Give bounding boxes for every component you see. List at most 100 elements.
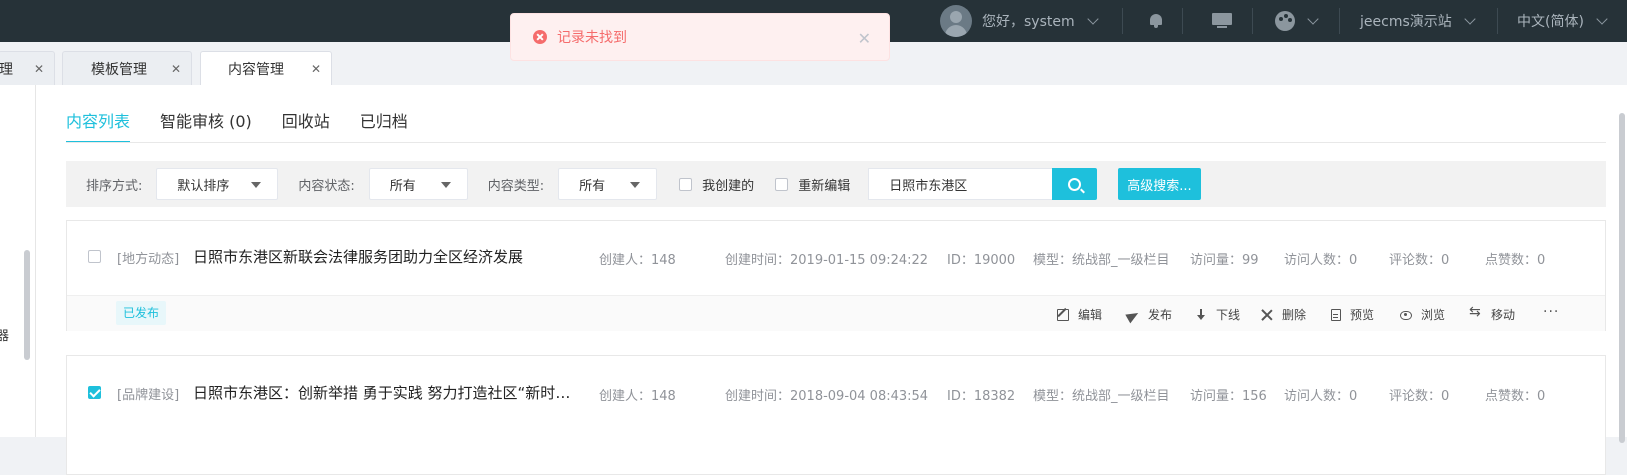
item-visitors: 访问人数：0 [1284,389,1358,404]
eye-icon [1400,311,1412,320]
subtab-archived[interactable]: 已归档 [360,111,408,143]
tab-content-management[interactable]: 内容管理 ✕ [200,51,332,85]
item-checkbox[interactable] [88,386,101,399]
divider [1497,8,1498,34]
item-likes: 点赞数：0 [1485,389,1546,404]
item-category: [品牌建设] [117,388,180,403]
content-item-actions: 已发布 编辑 发布 下线 删除 预览 浏览 移动 ··· [67,295,1605,331]
status-select[interactable]: 所有 [368,168,468,200]
publish-button[interactable]: 发布 [1127,306,1172,323]
edit-button[interactable]: 编辑 [1057,306,1102,323]
content-item-info: [地方动态] 日照市东港区新联会法律服务团助力全区经济发展 创建人：148 创建… [67,221,1605,295]
item-id: ID：19000 [947,253,1016,268]
divider [1252,8,1253,34]
subtab-content-list[interactable]: 内容列表 [66,111,131,143]
move-button[interactable]: 移动 [1469,304,1515,323]
item-comments: 评论数：0 [1389,253,1450,268]
caret-down-icon [630,182,641,188]
item-checkbox[interactable] [88,250,101,263]
sidebar-item-label[interactable]: 器 [0,325,9,344]
item-likes: 点赞数：0 [1485,253,1546,268]
sidebar-scrollbar[interactable] [24,250,30,360]
arrow-down-icon [1195,308,1207,321]
chevron-down-icon [1086,12,1099,25]
sort-select[interactable]: 默认排序 [156,168,279,200]
tab-template-management[interactable]: 模板管理 ✕ [62,51,192,85]
status-label: 内容状态: [298,178,355,194]
item-category: [地方动态] [117,252,180,267]
type-select[interactable]: 所有 [558,168,658,200]
search-input[interactable]: 日照市东港区 [868,168,1053,200]
item-model: 模型：统战部_一级栏目 [1033,389,1170,404]
avatar [940,5,972,37]
notification-button[interactable] [1149,0,1163,42]
subtab-smart-review[interactable]: 智能审核 (0) [160,111,252,143]
tab-content-prev[interactable]: 理 ✕ [0,51,55,85]
monitor-icon [1212,13,1232,29]
tab-label: 模板管理 [91,61,147,78]
delete-label: 删除 [1282,308,1307,322]
divider [66,142,1606,143]
filter-bar: 排序方式: 默认排序 内容状态: 所有 内容类型: 所有 我创建的 重新编辑 日… [66,161,1606,207]
sort-label: 排序方式: [86,178,143,194]
screen-button[interactable] [1212,0,1232,42]
type-label: 内容类型: [487,178,545,194]
site-name: jeecms演示站 [1360,14,1452,30]
user-menu[interactable]: 您好，system [940,0,1099,42]
status-value: 所有 [389,178,416,194]
close-icon[interactable]: ✕ [858,29,871,48]
item-model: 模型：统战部_一级栏目 [1033,253,1170,268]
re-edit-checkbox[interactable] [775,177,789,191]
toast-message: 记录未找到 [557,30,627,46]
advanced-search-button[interactable]: 高级搜索... [1118,168,1201,200]
caret-down-icon [440,182,451,188]
theme-menu[interactable] [1275,0,1319,42]
site-menu[interactable]: jeecms演示站 [1360,0,1476,42]
browse-button[interactable]: 浏览 [1400,306,1445,323]
edit-label: 编辑 [1078,308,1103,322]
document-icon [1331,308,1341,321]
content-item: [品牌建设] 日照市东港区：创新举措 勇于实践 努力打造社区“新时代文明实践站”… [66,355,1606,475]
chevron-down-icon [1596,12,1608,25]
item-title[interactable]: 日照市东港区：创新举措 勇于实践 努力打造社区“新时代文明实践站” [193,382,583,403]
subtab-recycle-bin[interactable]: 回收站 [282,111,330,143]
delete-button[interactable]: 删除 [1261,306,1306,323]
language-menu[interactable]: 中文(简体) [1517,0,1608,42]
content-item-info: [品牌建设] 日照市东港区：创新举措 勇于实践 努力打造社区“新时代文明实践站”… [67,356,1605,430]
offline-button[interactable]: 下线 [1195,306,1240,323]
offline-label: 下线 [1216,308,1241,322]
item-title[interactable]: 日照市东港区新联会法律服务团助力全区经济发展 [193,246,593,267]
divider [1122,8,1123,34]
item-created-time: 创建时间：2018-09-04 08:43:54 [725,389,929,404]
created-by-me-checkbox[interactable] [679,177,693,191]
content-item: [地方动态] 日照市东港区新联会法律服务团助力全区经济发展 创建人：148 创建… [66,220,1606,331]
send-icon [1127,309,1139,321]
search-button[interactable] [1052,168,1098,200]
browse-label: 浏览 [1421,308,1446,322]
search-icon [1068,177,1082,191]
preview-label: 预览 [1350,308,1375,322]
error-toast: 记录未找到 ✕ [510,13,890,61]
item-visits: 访问量：156 [1190,389,1267,404]
chevron-down-icon [1464,12,1476,25]
close-icon[interactable]: ✕ [311,62,321,76]
close-icon[interactable]: ✕ [34,62,44,76]
main-scrollbar[interactable] [1619,113,1625,443]
preview-button[interactable]: 预览 [1331,306,1374,323]
divider [1182,8,1183,34]
user-greeting: 您好，system [982,14,1075,30]
search-value: 日照市东港区 [889,178,968,194]
tab-label: 内容管理 [228,61,284,78]
chevron-down-icon [1307,12,1319,25]
error-icon [533,30,547,44]
re-edit-label: 重新编辑 [798,178,851,194]
close-icon[interactable]: ✕ [171,62,181,76]
main-panel: 内容列表 智能审核 (0) 回收站 已归档 排序方式: 默认排序 内容状态: 所… [36,85,1627,475]
item-comments: 评论数：0 [1389,389,1450,404]
caret-down-icon [251,182,262,188]
created-by-me-label: 我创建的 [702,178,755,194]
item-visits: 访问量：99 [1190,253,1259,268]
more-icon[interactable]: ··· [1543,304,1559,320]
publish-label: 发布 [1148,308,1173,322]
language-label: 中文(简体) [1517,14,1584,30]
